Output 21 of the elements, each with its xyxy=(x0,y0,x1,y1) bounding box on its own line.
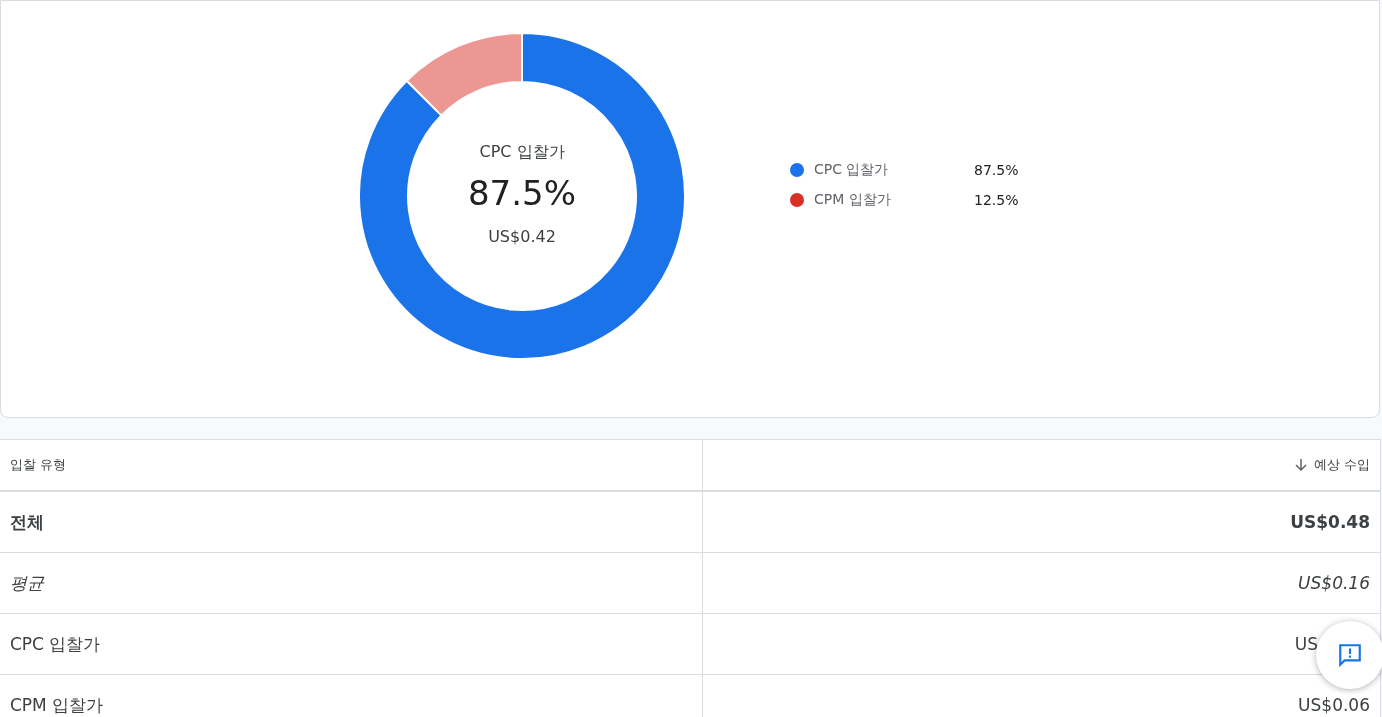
donut-slice[interactable] xyxy=(405,32,523,117)
legend-label[interactable]: CPC 입찰가 xyxy=(814,161,974,179)
sort-down-icon xyxy=(1293,458,1308,472)
center-amount: US$0.42 xyxy=(488,227,556,246)
center-label: CPC 입찰가 xyxy=(479,142,565,163)
legend-value: 12.5% xyxy=(974,192,1019,208)
table-cell: CPM 입찰가 xyxy=(10,693,104,717)
table-cell: 평균 xyxy=(10,571,44,595)
legend-label[interactable]: CPM 입찰가 xyxy=(814,191,974,209)
table-cell: 전체 xyxy=(10,510,44,534)
legend-value: 87.5% xyxy=(974,162,1019,178)
center-percent: 87.5% xyxy=(468,173,576,213)
column-header[interactable]: 입찰 유형 xyxy=(10,456,67,474)
table-cell: US$0.16 xyxy=(1298,573,1370,593)
feedback-icon xyxy=(1337,642,1363,668)
table-cell: US$0.06 xyxy=(1298,695,1370,715)
donut-slice[interactable] xyxy=(358,32,686,360)
table-cell: US$0.48 xyxy=(1290,512,1370,532)
table-cell: CPC 입찰가 xyxy=(10,632,101,656)
table-cell: US xyxy=(1294,634,1318,654)
column-header[interactable]: 예상 수입 xyxy=(1293,456,1370,474)
